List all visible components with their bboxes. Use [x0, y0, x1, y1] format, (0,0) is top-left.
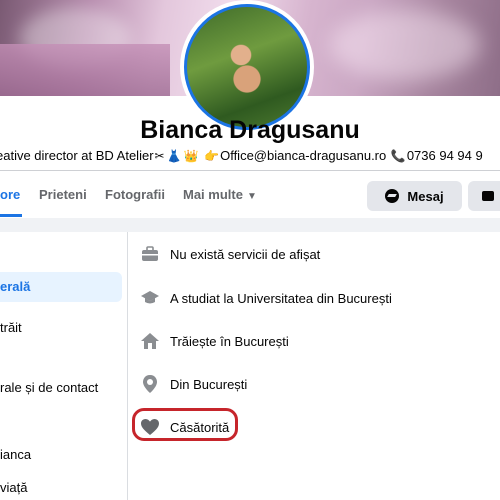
tab-more-label: Mai multe [183, 187, 243, 202]
sidebar-item-life-events[interactable]: viață [0, 480, 27, 495]
sidebar-item-overview[interactable]: erală [0, 272, 122, 302]
crown-icon: 👑 [183, 149, 199, 163]
about-row-text: Trăiește în București [170, 333, 289, 349]
briefcase-icon [140, 244, 160, 264]
more-actions-button[interactable] [468, 181, 500, 211]
graduation-cap-icon [140, 288, 160, 308]
sidebar-item-family[interactable]: ianca [0, 447, 31, 462]
about-row-hometown: Din București [140, 373, 247, 395]
profile-page: Bianca Dragusanu eative director at BD A… [0, 0, 500, 500]
sidebar-item-label: erală [0, 279, 31, 294]
caret-down-icon: ▼ [246, 191, 257, 202]
active-tab-indicator [0, 214, 22, 217]
tab-friends[interactable]: Prieteni [39, 175, 87, 215]
phone-icon: 📞 [390, 149, 406, 163]
pointing-hand-icon: 👉 [204, 149, 220, 163]
message-button-label: Mesaj [407, 188, 444, 204]
profile-name: Bianca Dragusanu [140, 116, 360, 144]
about-row-current-city: Trăiește în București [140, 330, 289, 352]
sidebar-item-contact[interactable]: rale și de contact [0, 380, 98, 395]
relationship-highlight-annotation [132, 408, 238, 441]
about-row-education: A studiat la Universitatea din București [140, 287, 392, 309]
dress-icon: 👗 [166, 149, 182, 163]
about-row-work: Nu există servicii de afișat [140, 243, 320, 265]
profile-header: Bianca Dragusanu eative director at BD A… [0, 0, 500, 218]
scissors-icon: ✂ [154, 149, 165, 163]
tab-more[interactable]: Mai multe ▼ [183, 175, 257, 215]
header-divider [0, 170, 500, 171]
bio-email: Office@bianca-dragusanu.ro [220, 148, 387, 163]
profile-avatar[interactable] [180, 0, 314, 134]
bio-phone: 0736 94 94 9 [406, 148, 483, 163]
about-row-text: Nu există servicii de afișat [170, 246, 321, 262]
message-button[interactable]: Mesaj [367, 181, 462, 211]
tab-photos[interactable]: Fotografii [105, 175, 165, 215]
tab-about[interactable]: ore [0, 175, 22, 217]
profile-bio: eative director at BD Atelier✂ 👗 👑 👉Office… [0, 148, 483, 163]
about-panel: erală trăit rale și de contact ianca via… [0, 232, 500, 500]
home-icon [140, 331, 160, 351]
about-row-text: A studiat la Universitatea din București [170, 290, 392, 306]
sidebar-item-places[interactable]: trăit [0, 320, 22, 335]
messenger-icon [385, 189, 400, 203]
tab-about-label: ore [0, 187, 21, 202]
about-row-text: Din București [170, 376, 248, 392]
location-pin-icon [140, 374, 160, 394]
inbox-icon [482, 191, 494, 201]
bio-text: eative director at BD Atelier [0, 148, 154, 163]
profile-tabs: ore Prieteni Fotografii Mai multe ▼ Mesaj [0, 175, 500, 218]
panel-divider [127, 232, 128, 500]
